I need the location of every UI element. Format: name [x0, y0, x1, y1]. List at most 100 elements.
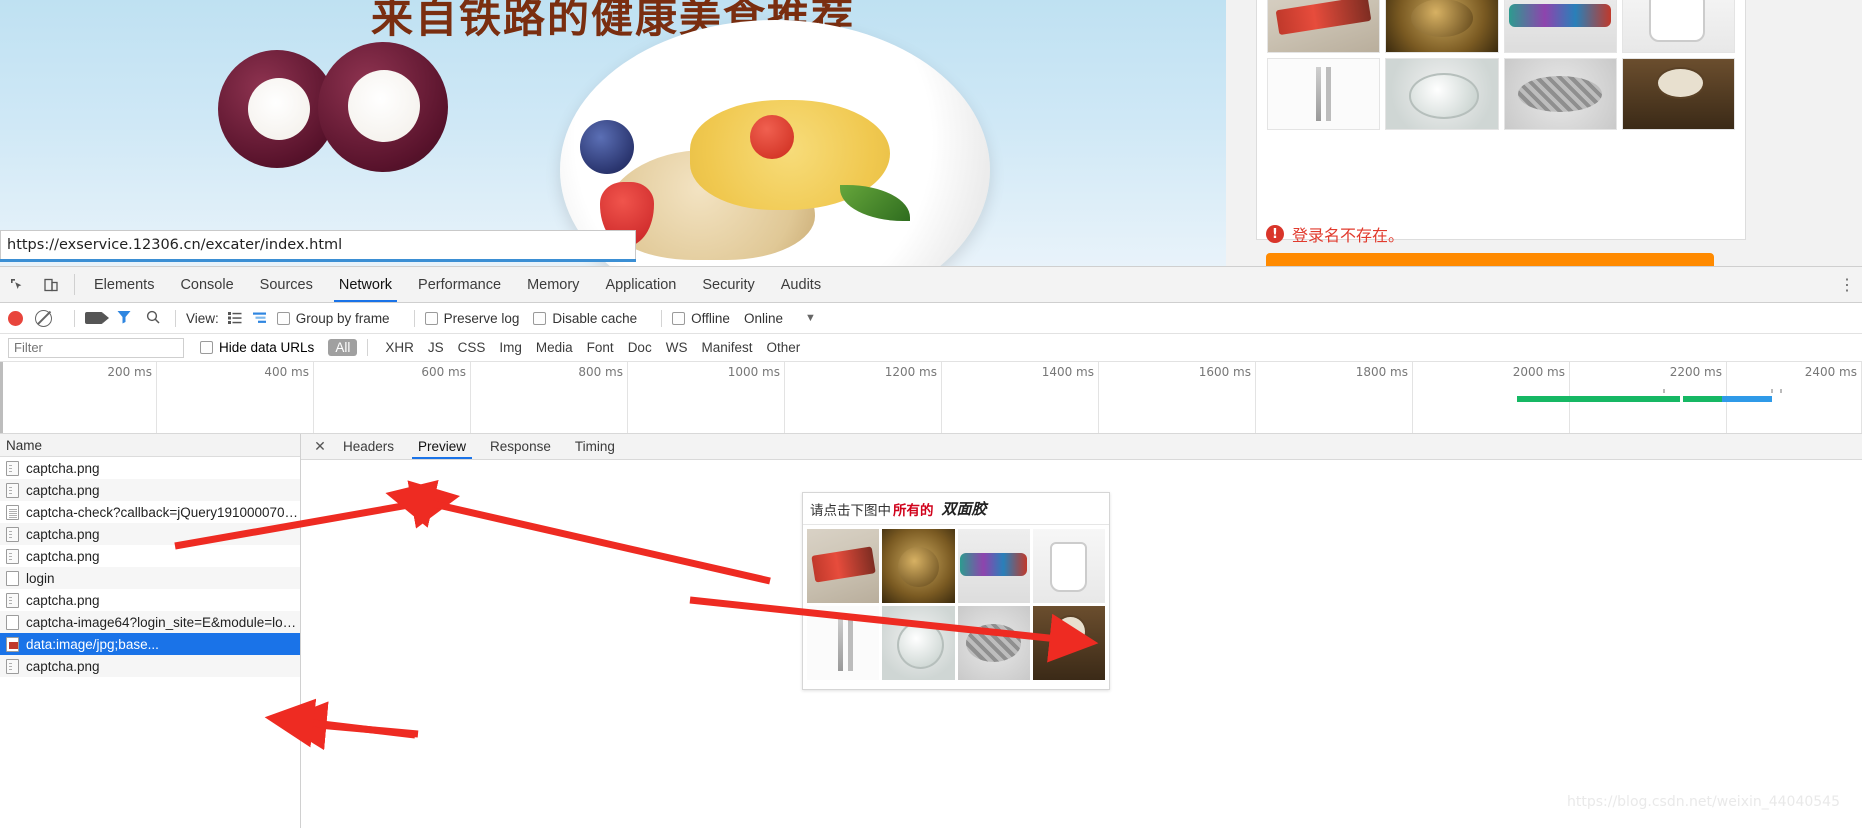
watermark-text: https://blog.csdn.net/weixin_44040545 — [1566, 794, 1840, 810]
image-file-icon — [6, 592, 19, 608]
captcha-cell-5[interactable] — [1385, 58, 1499, 130]
filter-type-css[interactable]: CSS — [451, 339, 493, 356]
disable-cache-checkbox[interactable]: Disable cache — [533, 311, 637, 326]
throttling-value[interactable]: Online — [744, 311, 783, 326]
network-filter-bar: Hide data URLs All XHR JS CSS Img Media … — [0, 334, 1862, 362]
filter-type-font[interactable]: Font — [580, 339, 621, 356]
toolbar-divider — [74, 309, 75, 327]
address-bar-underline — [0, 259, 636, 262]
devtools-tab-memory[interactable]: Memory — [514, 267, 592, 302]
captcha-cell-4[interactable] — [1267, 58, 1381, 130]
address-bar[interactable]: https://exservice.12306.cn/excater/index… — [0, 230, 636, 260]
tabbar-spacer — [834, 267, 1832, 302]
request-name: captcha-check?callback=jQuery19100007002… — [26, 504, 300, 520]
table-row[interactable]: captcha-check?callback=jQuery19100007002… — [0, 501, 300, 523]
blueberry-photo — [580, 120, 634, 174]
table-row[interactable]: captcha.png — [0, 589, 300, 611]
checkbox-box — [200, 341, 213, 354]
request-name: captcha.png — [26, 592, 100, 608]
filter-type-manifest[interactable]: Manifest — [694, 339, 759, 356]
mantel-clock-thumb — [1032, 606, 1105, 680]
captcha-cell-3[interactable] — [1621, 0, 1735, 53]
filter-type-xhr[interactable]: XHR — [378, 339, 421, 356]
generic-file-icon — [6, 614, 19, 630]
devtools-tab-security[interactable]: Security — [689, 267, 767, 302]
filter-type-img[interactable]: Img — [492, 339, 529, 356]
offline-label: Offline — [691, 310, 730, 326]
capture-screenshots-icon[interactable] — [85, 312, 109, 324]
devtools-tab-performance[interactable]: Performance — [405, 267, 514, 302]
toolbar-divider — [661, 309, 663, 327]
overview-tick-1400ms: 1400 ms — [942, 362, 1099, 433]
login-error-text: 登录名不存在。 — [1292, 226, 1405, 245]
table-row[interactable]: login — [0, 567, 300, 589]
filter-type-all[interactable]: All — [328, 339, 358, 356]
request-preview-body: 请点击下图中 所有的 双面胶 — [301, 460, 1862, 828]
filter-type-media[interactable]: Media — [529, 339, 580, 356]
device-toolbar-icon[interactable] — [34, 267, 68, 302]
devtools-tab-application[interactable]: Application — [592, 267, 689, 302]
detail-tab-response[interactable]: Response — [478, 434, 563, 459]
captcha-cell-2[interactable] — [1503, 0, 1617, 53]
table-row[interactable]: captcha.png — [0, 545, 300, 567]
offline-checkbox[interactable]: Offline — [672, 311, 730, 326]
preview-prompt-prefix: 请点击下图中 — [810, 502, 891, 519]
error-icon: ! — [1266, 225, 1284, 243]
column-header-name: Name — [6, 437, 43, 453]
image-file-icon — [6, 658, 19, 674]
filter-type-ws[interactable]: WS — [659, 339, 695, 356]
detail-tab-timing[interactable]: Timing — [563, 434, 627, 459]
captcha-cell-1[interactable] — [1385, 0, 1499, 53]
white-mug-thumb — [1032, 529, 1105, 603]
disable-cache-label: Disable cache — [552, 310, 638, 326]
filter-type-doc[interactable]: Doc — [621, 339, 659, 356]
captcha-cell-0[interactable] — [1267, 0, 1381, 53]
image-file-icon — [6, 548, 19, 564]
devtools-tab-audits[interactable]: Audits — [768, 267, 834, 302]
record-button[interactable] — [8, 310, 23, 326]
devtools-tab-network[interactable]: Network — [326, 267, 405, 302]
view-list-icon[interactable] — [227, 311, 243, 325]
request-list-header[interactable]: Name — [0, 434, 300, 457]
group-by-frame-checkbox[interactable]: Group by frame — [276, 311, 390, 326]
more-vertical-icon[interactable]: ⋮ — [1832, 267, 1862, 302]
close-icon[interactable]: ✕ — [309, 434, 331, 459]
preserve-log-checkbox[interactable]: Preserve log — [424, 311, 519, 326]
request-name: data:image/jpg;base... — [26, 636, 159, 652]
request-name: captcha.png — [26, 526, 100, 542]
view-waterfall-icon[interactable] — [252, 311, 268, 325]
captcha-cell-6[interactable] — [1503, 58, 1617, 130]
checkbox-box — [672, 311, 686, 325]
bottle-opener-thumb — [957, 529, 1030, 603]
inspect-element-icon[interactable] — [0, 267, 34, 302]
overview-tick-200ms: 200 ms — [0, 362, 157, 433]
detail-tab-preview[interactable]: Preview — [406, 434, 478, 459]
table-row[interactable]: captcha-image64?login_site=E&module=logi… — [0, 611, 300, 633]
clear-icon[interactable] — [35, 309, 52, 327]
mangosteen-flesh-left — [248, 78, 310, 140]
network-overview-timeline[interactable]: 200 ms 400 ms 600 ms 800 ms 1000 ms 1200… — [0, 362, 1862, 434]
table-row[interactable]: captcha.png — [0, 457, 300, 479]
request-name: captcha.png — [26, 460, 100, 476]
screenshot-root: 来自铁路的健康美食推荐 请点击下图中 所有的 双面胶 ↻ — [0, 0, 1862, 828]
overview-tick-400ms: 400 ms — [157, 362, 314, 433]
search-icon[interactable] — [145, 309, 161, 328]
table-row[interactable]: captcha.png — [0, 479, 300, 501]
table-row[interactable]: captcha.png — [0, 523, 300, 545]
table-row[interactable]: captcha.png — [0, 655, 300, 677]
hide-data-urls-checkbox[interactable]: Hide data URLs — [200, 340, 314, 355]
filter-input[interactable] — [8, 337, 184, 358]
filter-icon[interactable] — [116, 309, 132, 327]
request-name: captcha.png — [26, 548, 100, 564]
filter-type-js[interactable]: JS — [421, 339, 451, 356]
table-row-selected[interactable]: data:image/jpg;base... — [0, 633, 300, 655]
chevron-down-icon[interactable]: ▼ — [805, 312, 816, 324]
double-sided-tape-thumb — [807, 529, 880, 603]
devtools-tab-sources[interactable]: Sources — [247, 267, 326, 302]
filter-type-other[interactable]: Other — [759, 339, 807, 356]
captcha-cell-7[interactable] — [1621, 58, 1735, 130]
devtools-tab-console[interactable]: Console — [167, 267, 246, 302]
captcha-preview-image: 请点击下图中 所有的 双面胶 — [802, 492, 1110, 690]
devtools-tab-elements[interactable]: Elements — [81, 267, 167, 302]
detail-tab-headers[interactable]: Headers — [331, 434, 406, 459]
